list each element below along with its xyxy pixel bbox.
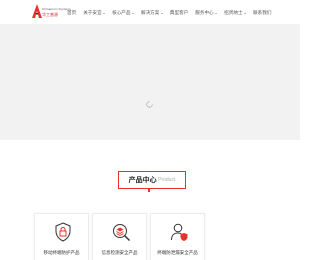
user-shield-icon (171, 223, 188, 241)
nav-item-home[interactable]: 首页 (67, 10, 76, 16)
nav-item-label: 招贤纳士 (224, 10, 243, 15)
chevron-down-icon (160, 12, 163, 14)
title-accent-mark (148, 189, 150, 192)
product-card-detection[interactable]: 信息检测安全产品 (92, 213, 147, 260)
main-nav: 首页 关于安宜 核心产品 解决方案 典型客户 服务中心 招贤纳士 联系我们 (67, 9, 278, 17)
nav-item-label: 首页 (67, 10, 77, 15)
hero-banner (0, 24, 300, 140)
section-title-frame: 产品中心 Product (118, 171, 186, 189)
chevron-down-icon (131, 12, 134, 14)
nav-item-service[interactable]: 服务中心 (195, 10, 218, 16)
section-title-en: Product (158, 177, 176, 183)
search-layers-icon (113, 224, 130, 241)
product-card-mobile[interactable]: 移动终端防护产品 (34, 213, 89, 260)
nav-item-label: 关于安宜 (83, 10, 102, 15)
site-header: Chinaprom Systems 华工普源 首页 关于安宜 核心产品 解决方案… (0, 0, 300, 24)
nav-item-label: 服务中心 (195, 10, 214, 15)
chevron-down-icon (215, 12, 218, 14)
loading-spinner-icon (146, 101, 153, 108)
nav-item-label: 解决方案 (140, 10, 160, 15)
product-card-label: 终端防泄漏安全产品 (157, 250, 198, 255)
nav-item-solutions[interactable]: 解决方案 (141, 10, 163, 16)
nav-item-about[interactable]: 关于安宜 (83, 10, 106, 16)
product-card-label: 信息检测安全产品 (101, 250, 138, 255)
nav-item-products[interactable]: 核心产品 (112, 10, 134, 16)
logo-mark-icon (32, 4, 42, 18)
section-title-cn: 产品中心 (128, 177, 157, 184)
nav-item-label: 联系我们 (253, 10, 272, 15)
shield-lock-icon (55, 222, 71, 242)
nav-item-customers[interactable]: 典型客户 (170, 10, 188, 16)
nav-item-careers[interactable]: 招贤纳士 (224, 10, 247, 16)
chevron-down-icon (244, 12, 247, 14)
brand-name-cn: 华工普源 (42, 12, 58, 17)
section-title: 产品中心 Product (119, 172, 185, 188)
nav-item-contact[interactable]: 联系我们 (253, 10, 271, 16)
nav-item-label: 核心产品 (112, 10, 131, 15)
brand-logo[interactable]: Chinaprom Systems 华工普源 (32, 4, 71, 20)
nav-item-label: 典型客户 (169, 10, 189, 15)
product-card-leak-prevention[interactable]: 终端防泄漏安全产品 (150, 213, 205, 260)
chevron-down-icon (103, 12, 106, 14)
product-card-label: 移动终端防护产品 (43, 250, 80, 255)
